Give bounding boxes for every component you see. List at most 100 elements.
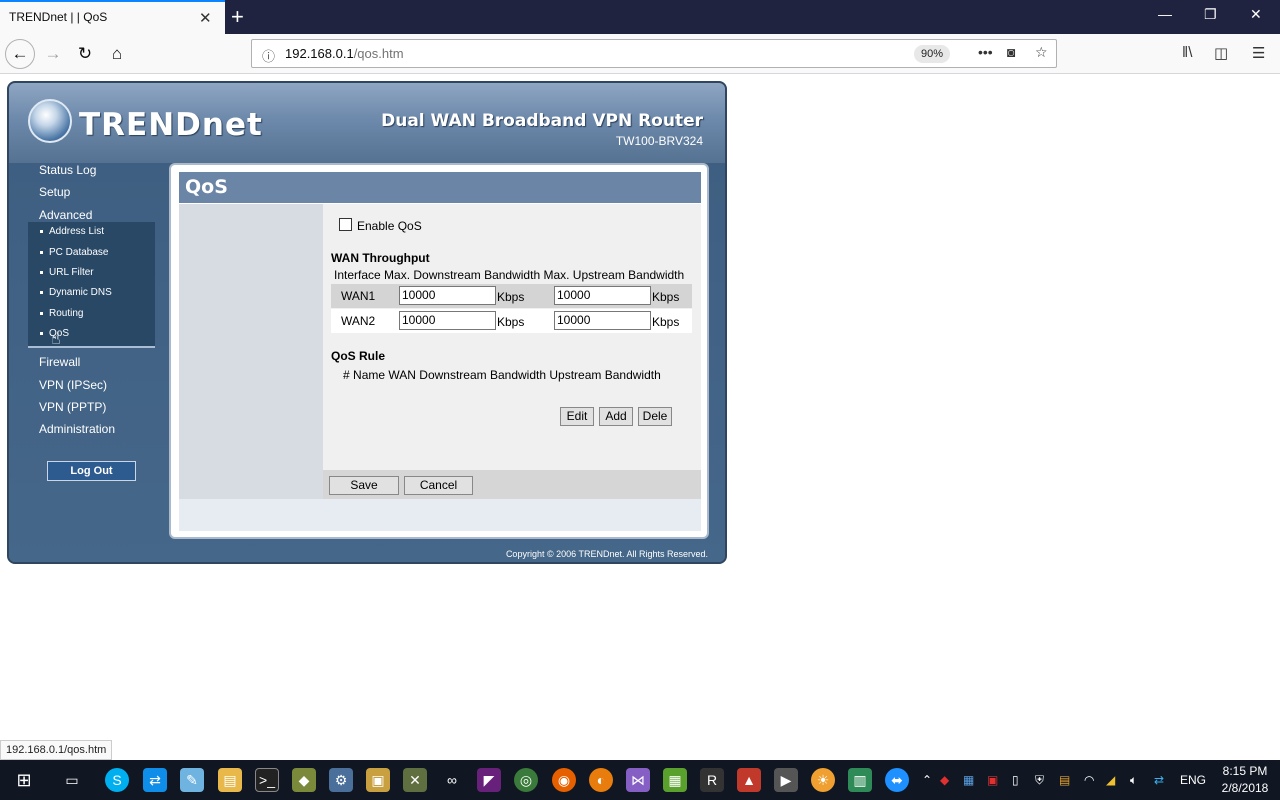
edit-rule-button[interactable]: Edit (560, 407, 594, 426)
tray-pencil-icon[interactable]: ◢ (1106, 773, 1115, 787)
teamviewer-tray-icon[interactable]: ⇄ (1154, 773, 1164, 787)
wan2-downstream-input[interactable]: 10000 (399, 311, 496, 330)
library-icon[interactable]: ‖\ (1182, 44, 1192, 61)
blender-icon[interactable]: ◐ (589, 768, 613, 792)
task-view-icon[interactable]: ▭ (60, 768, 84, 792)
media-app-icon[interactable]: ▶ (774, 768, 798, 792)
cancel-button[interactable]: Cancel (404, 476, 473, 495)
sun-app-icon[interactable]: ☀ (811, 768, 835, 792)
url-bar[interactable]: ⓘ 192.168.0.1/qos.htm 90% ••• ◙ ☆ (251, 39, 1057, 68)
bookmark-star-icon[interactable]: ☆ (1035, 44, 1048, 61)
tray-chart-icon[interactable]: ▤ (1059, 773, 1070, 787)
minimize-icon[interactable]: — (1158, 6, 1172, 22)
wan1-upstream-input[interactable]: 10000 (554, 286, 651, 305)
forward-icon[interactable]: → (39, 40, 67, 68)
menu-advanced[interactable]: Advanced (39, 208, 92, 222)
save-button[interactable]: Save (329, 476, 399, 495)
reader-app-icon[interactable]: R (700, 768, 724, 792)
menu-vpn-pptp[interactable]: VPN (PPTP) (39, 400, 106, 414)
wan1-row: WAN1 10000 Kbps 10000 Kbps (331, 284, 692, 308)
cake-app-icon[interactable]: ▲ (737, 768, 761, 792)
globe-app-icon[interactable]: ◎ (514, 768, 538, 792)
delete-rule-button[interactable]: Dele (638, 407, 672, 426)
tray-security-icon[interactable]: ◆ (940, 773, 949, 787)
app-icon[interactable]: ◆ (292, 768, 316, 792)
sidebar-icon[interactable]: ◫ (1214, 44, 1228, 62)
submenu-routing[interactable]: Routing (40, 308, 83, 319)
language-indicator[interactable]: ENG (1180, 773, 1206, 787)
green-app-icon[interactable]: ▦ (663, 768, 687, 792)
teamviewer-icon[interactable]: ⇄ (143, 768, 167, 792)
menu-status-log[interactable]: Status Log (39, 163, 96, 177)
volume-icon[interactable]: 🔈︎ (1130, 773, 1137, 788)
spreadsheet-app-icon[interactable]: ▥ (848, 768, 872, 792)
add-rule-button[interactable]: Add (599, 407, 633, 426)
product-name: Dual WAN Broadband VPN Router (381, 111, 703, 131)
qos-rule-header: # Name WAN Downstream Bandwidth Upstream… (343, 368, 661, 382)
tray-lock-icon[interactable]: ▣ (987, 773, 998, 787)
zoom-indicator[interactable]: 90% (914, 45, 951, 63)
submenu-dynamic-dns[interactable]: Dynamic DNS (40, 287, 112, 298)
firefox-icon[interactable]: ◉ (552, 768, 576, 792)
tray-expand-icon[interactable]: ⌃ (922, 773, 932, 787)
terminal-icon[interactable]: >_ (255, 768, 279, 792)
submenu-url-filter[interactable]: URL Filter (40, 267, 94, 278)
tray-shield-icon[interactable]: ⛨ (1035, 773, 1044, 788)
enable-qos-checkbox[interactable] (339, 218, 352, 231)
url-text[interactable]: 192.168.0.1/qos.htm (285, 46, 404, 61)
restore-icon[interactable]: ❐ (1204, 6, 1217, 23)
wan-throughput-heading: WAN Throughput (331, 251, 430, 265)
back-icon[interactable]: ← (5, 39, 35, 69)
home-icon[interactable]: ⌂ (103, 40, 131, 68)
vs-code-icon[interactable]: ⋈ (626, 768, 650, 792)
tray-usb-icon[interactable]: ▯ (1012, 773, 1019, 787)
wan2-upstream-unit: Kbps (652, 315, 680, 329)
bullet-icon (40, 331, 43, 335)
close-tab-icon[interactable]: ✕ (199, 9, 212, 27)
qos-rule-heading: QoS Rule (331, 349, 386, 363)
trendnet-globe-icon (28, 99, 72, 143)
windows-start-icon[interactable]: ⊞ (12, 768, 36, 792)
menu-vpn-ipsec[interactable]: VPN (IPSec) (39, 378, 107, 392)
copyright: Copyright © 2006 TRENDnet. All Rights Re… (505, 549, 708, 559)
menu-firewall[interactable]: Firewall (39, 355, 80, 369)
wan-throughput-header: Interface Max. Downstream Bandwidth Max.… (334, 268, 685, 282)
wan1-upstream-unit: Kbps (652, 290, 680, 304)
menu-icon[interactable]: ☰ (1252, 44, 1265, 62)
new-tab-icon[interactable]: + (231, 4, 244, 30)
menu-setup[interactable]: Setup (39, 185, 70, 199)
tab-active[interactable]: TRENDnet | | QoS ✕ (0, 0, 225, 34)
notepad-icon[interactable]: ✎ (180, 768, 204, 792)
more-actions-icon[interactable]: ••• (978, 44, 993, 60)
submenu-address-list[interactable]: Address List (40, 226, 104, 237)
wan2-upstream-input[interactable]: 10000 (554, 311, 651, 330)
tools-icon[interactable]: ✕ (403, 768, 427, 792)
info-icon[interactable]: ⓘ (262, 46, 275, 65)
close-window-icon[interactable]: ✕ (1250, 6, 1262, 23)
vpn-app-icon[interactable]: ⬌ (885, 768, 909, 792)
skype-icon[interactable]: S (105, 768, 129, 792)
logout-button[interactable]: Log Out (47, 461, 136, 481)
submenu-pc-database[interactable]: PC Database (40, 247, 108, 258)
network-app-icon[interactable]: ⚙ (329, 768, 353, 792)
wan1-downstream-input[interactable]: 10000 (399, 286, 496, 305)
menu-administration[interactable]: Administration (39, 422, 115, 436)
wan1-downstream-unit: Kbps (497, 290, 525, 304)
enable-qos-label: Enable QoS (357, 219, 422, 233)
content-footer (179, 499, 701, 531)
infinity-app-icon[interactable]: ∞ (440, 768, 464, 792)
folder-app-icon[interactable]: ▣ (366, 768, 390, 792)
tab-title: TRENDnet | | QoS (9, 10, 108, 24)
wifi-icon[interactable]: ◠ (1084, 773, 1094, 787)
tray-grid-icon[interactable]: ▦ (963, 773, 974, 787)
taskbar: ⊞ ▭ S ⇄ ✎ ▤ >_ ◆ ⚙ ▣ ✕ ∞ ◤ ◎ ◉ ◐ ⋈ ▦ R ▲… (0, 760, 1280, 800)
clock[interactable]: 8:15 PM 2/8/2018 (1216, 763, 1274, 797)
bullet-icon (40, 270, 43, 274)
nav-bar: ← → ↻ ⌂ ⓘ 192.168.0.1/qos.htm 90% ••• ◙ … (0, 34, 1280, 74)
visual-studio-icon[interactable]: ◤ (477, 768, 501, 792)
pocket-icon[interactable]: ◙ (1007, 44, 1015, 60)
file-explorer-icon[interactable]: ▤ (218, 768, 242, 792)
qos-form: Enable QoS WAN Throughput Interface Max.… (323, 204, 701, 499)
bullet-icon (40, 311, 43, 315)
reload-icon[interactable]: ↻ (71, 40, 99, 68)
